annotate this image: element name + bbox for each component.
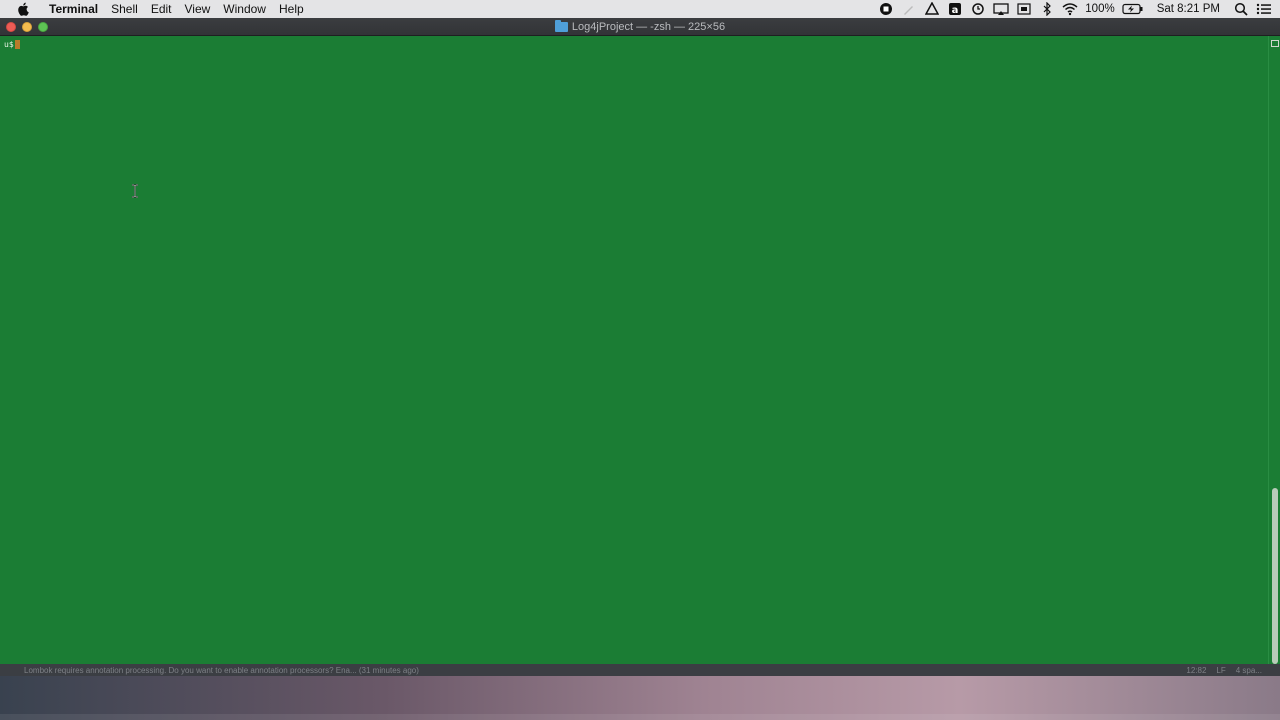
ide-status-bar: Lombok requires annotation processing. D…	[0, 664, 1280, 676]
ibeam-cursor-icon	[132, 184, 138, 198]
scroll-up-icon[interactable]	[1271, 40, 1279, 47]
bluetooth-icon[interactable]	[1039, 2, 1055, 16]
menu-app-terminal[interactable]: Terminal	[43, 0, 104, 18]
airplay-icon[interactable]	[993, 2, 1009, 16]
ide-status-message[interactable]: Lombok requires annotation processing. D…	[24, 666, 419, 675]
notification-center-icon[interactable]	[1256, 2, 1272, 16]
prompt-line: u$	[4, 40, 20, 49]
text-cursor	[14, 40, 20, 49]
window-title-text: Log4jProject — -zsh — 225×56	[571, 21, 726, 33]
dock	[0, 676, 1280, 720]
battery-icon[interactable]	[1122, 2, 1144, 16]
menu-help[interactable]: Help	[273, 0, 310, 18]
ide-indent[interactable]: 4 spa...	[1236, 666, 1262, 675]
menu-edit[interactable]: Edit	[145, 0, 178, 18]
scrollbar-thumb[interactable]	[1272, 488, 1278, 664]
ide-status-right: 12:82 LF 4 spa...	[1186, 666, 1262, 675]
status-area: a 100% Sat 8:21 PM	[878, 0, 1272, 18]
menu-window[interactable]: Window	[217, 0, 272, 18]
terminal-window: Log4jProject — -zsh — 225×56 u$	[0, 18, 1280, 670]
menu-view[interactable]: View	[179, 0, 217, 18]
ide-line-separator[interactable]: LF	[1216, 666, 1225, 675]
shell-prompt: u$	[4, 40, 14, 49]
terminal-content[interactable]: u$	[0, 36, 1268, 670]
dock-shelf	[0, 714, 1280, 720]
wifi-icon[interactable]	[1062, 2, 1078, 16]
window-titlebar[interactable]: Log4jProject — -zsh — 225×56	[0, 18, 1280, 36]
amazon-icon[interactable]: a	[947, 2, 963, 16]
clock[interactable]: Sat 8:21 PM	[1157, 3, 1220, 15]
svg-text:a: a	[952, 5, 959, 16]
drive-icon[interactable]	[924, 2, 940, 16]
window-title: Log4jProject — -zsh — 225×56	[0, 18, 1280, 36]
menu-bar: Terminal Shell Edit View Window Help a 1…	[0, 0, 1280, 18]
timemachine-icon[interactable]	[970, 2, 986, 16]
vertical-scrollbar[interactable]	[1268, 36, 1280, 670]
apple-menu-icon[interactable]	[14, 2, 32, 16]
record-icon[interactable]	[878, 2, 894, 16]
battery-percent: 100%	[1085, 3, 1115, 15]
folder-icon	[554, 20, 568, 32]
menu-shell[interactable]: Shell	[105, 0, 144, 18]
spotlight-search-icon[interactable]	[1233, 2, 1249, 16]
pencil-icon[interactable]	[901, 2, 917, 16]
ide-caret-position[interactable]: 12:82	[1186, 666, 1206, 675]
keyboard-icon[interactable]	[1016, 2, 1032, 16]
